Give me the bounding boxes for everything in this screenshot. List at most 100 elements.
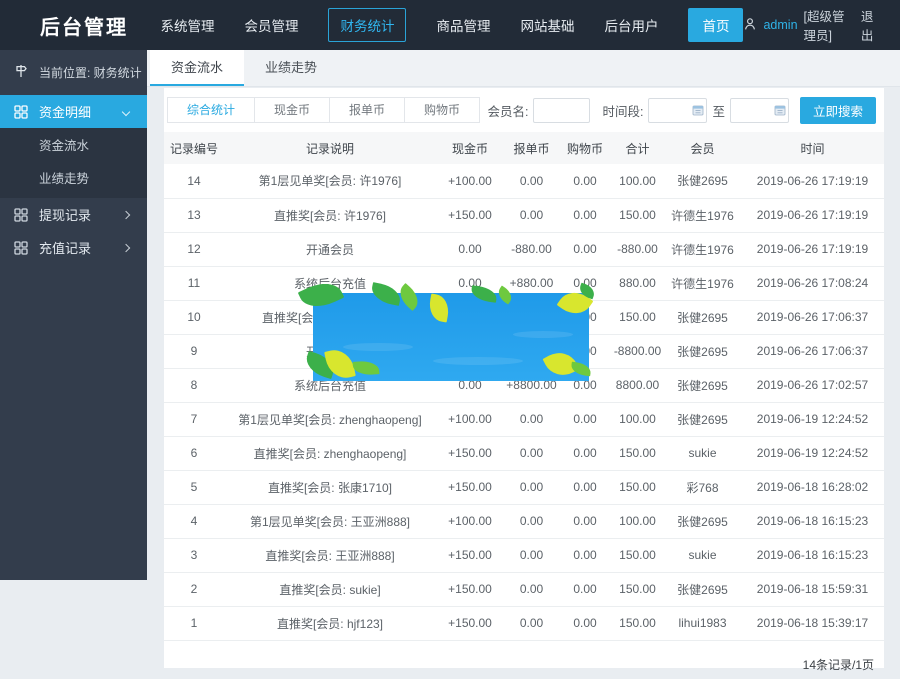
calendar-icon[interactable] bbox=[692, 104, 704, 116]
filter-button[interactable]: 综合统计 bbox=[167, 97, 255, 123]
member-name-input[interactable] bbox=[533, 98, 590, 123]
sidebar-menu: 资金明细资金流水业绩走势提现记录充值记录 bbox=[0, 95, 147, 264]
table-cell: 0.00 bbox=[504, 402, 559, 436]
table-cell: 2019-06-26 17:19:19 bbox=[741, 164, 884, 198]
table-cell: sukie bbox=[664, 436, 741, 470]
table-cell: +150.00 bbox=[436, 436, 504, 470]
table-cell: 2019-06-18 16:15:23 bbox=[741, 538, 884, 572]
table-cell: 直推奖[会员: 张康1710] bbox=[224, 470, 436, 504]
table-cell: 张健2695 bbox=[664, 334, 741, 368]
search-button[interactable]: 立即搜索 bbox=[800, 97, 876, 124]
table-cell: 0.00 bbox=[559, 572, 611, 606]
table-cell: -880.00 bbox=[504, 232, 559, 266]
table-cell: 张健2695 bbox=[664, 572, 741, 606]
record-count: 14条记录/1页 bbox=[164, 641, 884, 673]
table-cell: 直推奖[会员: zhenghaopeng] bbox=[224, 436, 436, 470]
nav-item[interactable]: 首页 bbox=[688, 8, 743, 42]
date-from-wrap bbox=[648, 98, 707, 123]
table-cell: 直推奖[会员: 王亚洲888] bbox=[224, 538, 436, 572]
table-cell: 150.00 bbox=[611, 606, 664, 640]
table-cell: lihui1983 bbox=[664, 606, 741, 640]
table-cell: 12 bbox=[164, 232, 224, 266]
table-cell: 许德生1976 bbox=[664, 198, 741, 232]
toolbar: 综合统计现金币报单币购物币 会员名: 时间段: bbox=[164, 88, 884, 132]
filter-button[interactable]: 购物币 bbox=[404, 97, 480, 123]
table-cell: 2019-06-18 15:59:31 bbox=[741, 572, 884, 606]
table-cell: 0.00 bbox=[559, 436, 611, 470]
table-cell: 150.00 bbox=[611, 198, 664, 232]
table-cell: 0.00 bbox=[504, 436, 559, 470]
signpost-icon bbox=[13, 63, 29, 82]
table-cell: 开通会员 bbox=[224, 232, 436, 266]
table-cell: 8800.00 bbox=[611, 368, 664, 402]
nav-item[interactable]: 后台用户 bbox=[604, 15, 658, 35]
sidebar-subitem[interactable]: 资金流水 bbox=[0, 130, 147, 163]
table-cell: -8800.00 bbox=[611, 334, 664, 368]
sidebar-subitem[interactable]: 业绩走势 bbox=[0, 163, 147, 196]
user-icon bbox=[743, 17, 757, 34]
table-cell: 100.00 bbox=[611, 402, 664, 436]
table-cell: 880.00 bbox=[611, 266, 664, 300]
leaf-decoration bbox=[353, 360, 380, 376]
table-cell: 2019-06-26 17:19:19 bbox=[741, 198, 884, 232]
username[interactable]: admin bbox=[763, 18, 797, 32]
filter-button[interactable]: 现金币 bbox=[254, 97, 330, 123]
table-cell: 0.00 bbox=[559, 470, 611, 504]
table-cell: 0.00 bbox=[559, 504, 611, 538]
filter-button[interactable]: 报单币 bbox=[329, 97, 405, 123]
nav-item[interactable]: 系统管理 bbox=[160, 15, 214, 35]
nav-item[interactable]: 商品管理 bbox=[436, 15, 490, 35]
table-header-row: 记录编号记录说明现金币报单币购物币合计会员时间 bbox=[164, 132, 884, 164]
table-cell: 张健2695 bbox=[664, 300, 741, 334]
tab[interactable]: 资金流水 bbox=[150, 50, 244, 86]
column-header: 购物币 bbox=[559, 132, 611, 164]
table-cell: 2019-06-19 12:24:52 bbox=[741, 402, 884, 436]
nav-item[interactable]: 会员管理 bbox=[244, 15, 298, 35]
column-header: 记录编号 bbox=[164, 132, 224, 164]
calendar-icon[interactable] bbox=[774, 104, 786, 116]
column-header: 合计 bbox=[611, 132, 664, 164]
table-cell: 150.00 bbox=[611, 300, 664, 334]
table-cell: 0.00 bbox=[504, 606, 559, 640]
table-cell: +150.00 bbox=[436, 572, 504, 606]
tab-bar: 资金流水业绩走势 bbox=[147, 50, 900, 87]
tab[interactable]: 业绩走势 bbox=[244, 50, 338, 86]
grid-icon bbox=[14, 241, 28, 255]
sidebar-item[interactable]: 充值记录 bbox=[0, 231, 147, 264]
table-cell: 0.00 bbox=[559, 164, 611, 198]
table-cell: 5 bbox=[164, 470, 224, 504]
sidebar-item[interactable]: 资金明细 bbox=[0, 95, 147, 128]
breadcrumb: 当前位置: 财务统计 bbox=[0, 50, 147, 95]
table-row: 2直推奖[会员: sukie]+150.000.000.00150.00张健26… bbox=[164, 572, 884, 606]
table-cell: 9 bbox=[164, 334, 224, 368]
table-cell: 张健2695 bbox=[664, 402, 741, 436]
table-cell: 许德生1976 bbox=[664, 232, 741, 266]
sidebar-item-label: 提现记录 bbox=[39, 205, 91, 224]
table-cell: -880.00 bbox=[611, 232, 664, 266]
watermark-image bbox=[313, 293, 589, 381]
table-cell: +150.00 bbox=[436, 538, 504, 572]
table-cell: 4 bbox=[164, 504, 224, 538]
table-cell: 150.00 bbox=[611, 436, 664, 470]
chevron-right-icon bbox=[122, 210, 130, 218]
sidebar-item-label: 资金明细 bbox=[39, 102, 91, 121]
table-cell: 0.00 bbox=[559, 606, 611, 640]
table-cell: 3 bbox=[164, 538, 224, 572]
nav-item[interactable]: 网站基础 bbox=[520, 15, 574, 35]
table-cell: sukie bbox=[664, 538, 741, 572]
logout-link[interactable]: 退出 bbox=[861, 6, 878, 44]
table-cell: 2019-06-18 16:15:23 bbox=[741, 504, 884, 538]
date-to-wrap bbox=[730, 98, 789, 123]
table-cell: 0.00 bbox=[559, 538, 611, 572]
table-cell: 11 bbox=[164, 266, 224, 300]
table-cell: 2019-06-26 17:19:19 bbox=[741, 232, 884, 266]
table-row: 5直推奖[会员: 张康1710]+150.000.000.00150.00彩76… bbox=[164, 470, 884, 504]
table-cell: 150.00 bbox=[611, 470, 664, 504]
table-cell: +100.00 bbox=[436, 504, 504, 538]
table-cell: 2019-06-26 17:08:24 bbox=[741, 266, 884, 300]
time-range-label: 时间段: bbox=[602, 101, 643, 120]
column-header: 记录说明 bbox=[224, 132, 436, 164]
sidebar-item[interactable]: 提现记录 bbox=[0, 198, 147, 231]
leaf-decoration bbox=[427, 293, 451, 322]
nav-item[interactable]: 财务统计 bbox=[328, 8, 406, 42]
